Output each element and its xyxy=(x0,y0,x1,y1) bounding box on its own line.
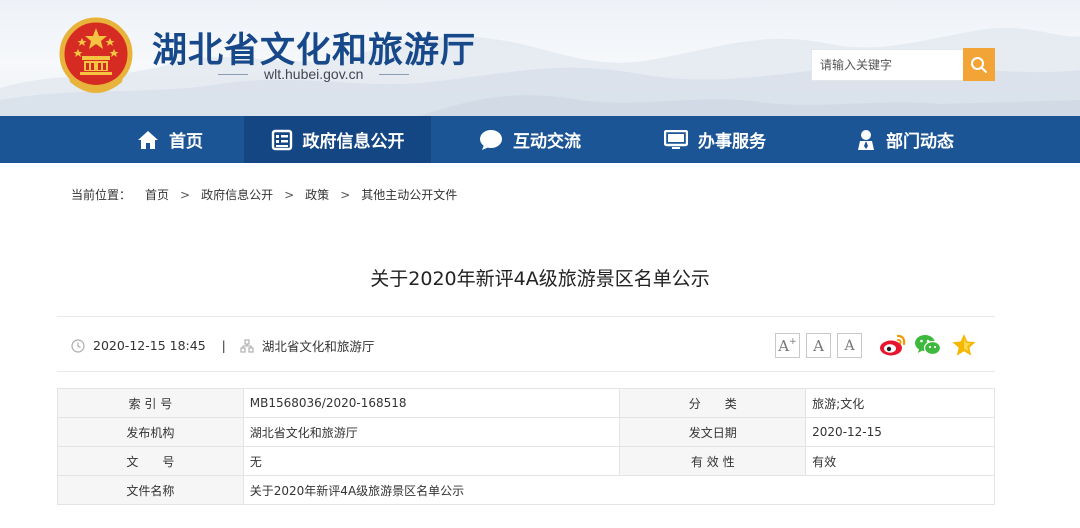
breadcrumb: 当前位置： 首页 > 政府信息公开 > 政策 > 其他主动公开文件 xyxy=(71,186,457,203)
search-input[interactable] xyxy=(811,49,963,81)
info-label-validity: 有 效 性 xyxy=(619,446,807,476)
article-title: 关于2020年新评4A级旅游景区名单公示 xyxy=(370,268,710,290)
breadcrumb-separator: > xyxy=(284,187,295,202)
font-large-plus: + xyxy=(789,336,797,347)
info-value-doc-number: 无 xyxy=(242,446,621,476)
site-url: wlt.hubei.gov.cn xyxy=(264,66,364,82)
document-list-icon xyxy=(271,129,292,150)
table-row: 文 号 无 有 效 性 有效 xyxy=(57,446,995,476)
wechat-icon xyxy=(915,335,942,356)
breadcrumb-separator: > xyxy=(340,187,351,202)
article-meta-bar: 2020-12-15 18:45 | 湖北省文化和旅游厅 A + A A xyxy=(57,316,995,372)
nav-label: 部门动态 xyxy=(886,132,954,152)
search-button[interactable] xyxy=(963,48,995,81)
nav-item-news[interactable]: 部门动态 xyxy=(820,116,990,163)
search-icon xyxy=(971,56,987,73)
meta-divider: | xyxy=(221,338,226,353)
font-small-label: A xyxy=(844,337,855,354)
info-value-publisher: 湖北省文化和旅游厅 xyxy=(242,417,621,447)
info-label-category: 分 类 xyxy=(619,388,807,418)
person-badge-icon xyxy=(858,129,874,150)
document-info-table: 索 引 号 MB1568036/2020-168518 分 类 旅游;文化 发布… xyxy=(57,388,996,505)
url-rule-right xyxy=(379,73,410,75)
share-weibo-button[interactable] xyxy=(879,331,907,359)
breadcrumb-item-gov-info[interactable]: 政府信息公开 xyxy=(201,186,273,203)
breadcrumb-separator: > xyxy=(180,187,191,202)
nav-label: 办事服务 xyxy=(698,132,766,152)
font-medium-label: A xyxy=(813,336,824,355)
monitor-icon xyxy=(664,129,688,149)
article-source: 湖北省文化和旅游厅 xyxy=(261,339,375,354)
table-row: 发布机构 湖北省文化和旅游厅 发文日期 2020-12-15 xyxy=(57,417,995,447)
info-label-doc-number: 文 号 xyxy=(57,446,244,476)
breadcrumb-item-other-files[interactable]: 其他主动公开文件 xyxy=(361,186,457,203)
table-row: 文件名称 关于2020年新评4A级旅游景区名单公示 xyxy=(57,475,996,505)
info-label-issue-date: 发文日期 xyxy=(619,417,807,447)
info-value-validity: 有效 xyxy=(805,446,995,476)
site-url-row: wlt.hubei.gov.cn xyxy=(218,66,410,82)
info-value-file-name: 关于2020年新评4A级旅游景区名单公示 xyxy=(242,475,996,505)
national-emblem-icon xyxy=(59,17,133,93)
nav-item-gov-info[interactable]: 政府信息公开 xyxy=(244,116,431,163)
publish-datetime: 2020-12-15 18:45 xyxy=(93,338,206,353)
home-icon xyxy=(138,130,158,149)
nav-item-interaction[interactable]: 互动交流 xyxy=(445,116,615,163)
info-value-index: MB1568036/2020-168518 xyxy=(242,388,621,418)
info-label-index: 索 引 号 xyxy=(57,388,244,418)
font-size-medium-button[interactable]: A xyxy=(806,333,831,358)
chat-bubble-icon xyxy=(480,129,502,150)
weibo-icon xyxy=(880,334,906,356)
clock-icon xyxy=(71,338,85,353)
info-label-file-name: 文件名称 xyxy=(57,475,244,505)
info-value-category: 旅游;文化 xyxy=(805,388,995,418)
info-label-publisher: 发布机构 xyxy=(57,417,244,447)
url-rule-left xyxy=(218,73,248,75)
breadcrumb-item-policy[interactable]: 政策 xyxy=(305,186,329,203)
main-nav: 首页 政府信息公开 互动交流 办事服务 部门动态 xyxy=(0,116,1080,163)
favorite-star-icon xyxy=(952,334,976,356)
article-meta: 2020-12-15 18:45 | 湖北省文化和旅游厅 xyxy=(71,336,374,355)
share-wechat-button[interactable] xyxy=(914,331,942,359)
nav-item-services[interactable]: 办事服务 xyxy=(630,116,800,163)
table-row: 索 引 号 MB1568036/2020-168518 分 类 旅游;文化 xyxy=(57,388,995,418)
font-size-small-button[interactable]: A xyxy=(837,333,862,358)
info-value-issue-date: 2020-12-15 xyxy=(805,417,995,447)
nav-label: 首页 xyxy=(169,132,203,152)
site-header: 湖北省文化和旅游厅 wlt.hubei.gov.cn xyxy=(0,0,1080,116)
breadcrumb-prefix: 当前位置： xyxy=(71,188,132,202)
nav-item-home[interactable]: 首页 xyxy=(96,116,244,163)
organization-icon xyxy=(240,338,254,353)
nav-label: 政府信息公开 xyxy=(302,132,405,152)
font-large-label: A xyxy=(778,336,790,355)
font-size-large-button[interactable]: A + xyxy=(775,333,800,358)
nav-label: 互动交流 xyxy=(513,132,581,152)
favorite-button[interactable] xyxy=(950,331,978,359)
breadcrumb-item-home[interactable]: 首页 xyxy=(145,186,169,203)
